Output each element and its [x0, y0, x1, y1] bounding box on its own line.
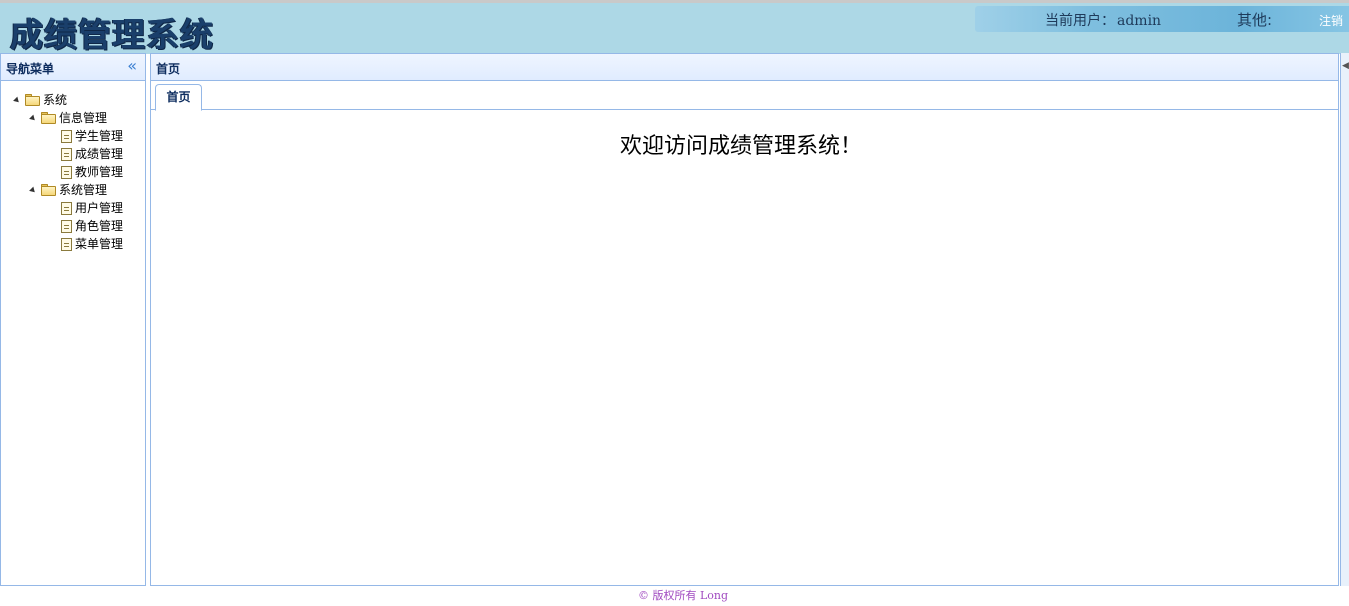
tree-node-menu-management[interactable]: 菜单管理: [1, 235, 145, 253]
current-user-name: admin: [1117, 13, 1162, 29]
nav-panel-header: 导航菜单 «: [1, 54, 145, 81]
nav-panel-title: 导航菜单: [6, 62, 55, 76]
header: 成绩管理系统 当前用户： admin 其他: 注销: [0, 0, 1349, 54]
file-icon: [61, 129, 72, 143]
nav-panel: 导航菜单 « 系统 信息管理 学生管理 成绩管理 教师管理 系统管理 用户管理 …: [0, 53, 146, 586]
logout-link[interactable]: 注销: [1319, 12, 1343, 29]
app-root: 成绩管理系统 当前用户： admin 其他: 注销 导航菜单 « 系统 信息管理…: [0, 0, 1349, 606]
welcome-heading: 欢迎访问成绩管理系统！: [619, 134, 862, 159]
tree-expand-icon[interactable]: [27, 184, 39, 196]
main-panel-title: 首页: [156, 62, 181, 76]
footer-copyright: © 版权所有 Long: [637, 589, 729, 602]
tree-node-teacher-management[interactable]: 教师管理: [1, 163, 145, 181]
tree-node-label: 信息管理: [59, 111, 108, 125]
tree-node-label: 角色管理: [75, 219, 124, 233]
main-panel: 首页 首页 欢迎访问成绩管理系统！: [150, 53, 1339, 586]
tree-node-label: 系统: [43, 93, 68, 107]
other-label: 其他:: [1237, 11, 1273, 29]
collapse-icon[interactable]: «: [127, 57, 137, 75]
tree-node-label: 系统管理: [59, 183, 108, 197]
east-panel-collapsed[interactable]: ◀: [1340, 53, 1349, 586]
main-panel-header: 首页: [151, 54, 1338, 81]
tree-node-label: 用户管理: [75, 201, 124, 215]
tree-expand-icon[interactable]: [11, 94, 23, 106]
tree-node-student-management[interactable]: 学生管理: [1, 127, 145, 145]
tree-node-label: 成绩管理: [75, 147, 124, 161]
user-bar: 当前用户： admin 其他: 注销: [975, 6, 1349, 32]
file-icon: [61, 237, 72, 251]
file-icon: [61, 201, 72, 215]
tree-node-grade-management[interactable]: 成绩管理: [1, 145, 145, 163]
tree-node-user-management[interactable]: 用户管理: [1, 199, 145, 217]
tree-node-label: 学生管理: [75, 129, 124, 143]
file-icon: [61, 219, 72, 233]
folder-open-icon: [41, 112, 57, 124]
current-user: 当前用户： admin: [1045, 10, 1161, 30]
folder-open-icon: [41, 184, 57, 196]
current-user-label: 当前用户：: [1045, 13, 1115, 29]
tree-node-info-management[interactable]: 信息管理: [1, 109, 145, 127]
tree-node-label: 菜单管理: [75, 237, 124, 251]
tree-node-role-management[interactable]: 角色管理: [1, 217, 145, 235]
file-icon: [61, 147, 72, 161]
tab-strip: 首页: [151, 81, 1338, 111]
folder-open-icon: [25, 94, 41, 106]
tree-node-root[interactable]: 系统: [1, 91, 145, 109]
expand-left-icon[interactable]: ◀: [1342, 61, 1349, 71]
file-icon: [61, 165, 72, 179]
app-logo: 成绩管理系统: [10, 15, 214, 54]
tree-node-label: 教师管理: [75, 165, 124, 179]
tree-node-system-management[interactable]: 系统管理: [1, 181, 145, 199]
tree-expand-icon[interactable]: [27, 112, 39, 124]
nav-tree: 系统 信息管理 学生管理 成绩管理 教师管理 系统管理 用户管理 角色管理 菜单…: [1, 81, 145, 253]
tab-home[interactable]: 首页: [155, 84, 202, 111]
